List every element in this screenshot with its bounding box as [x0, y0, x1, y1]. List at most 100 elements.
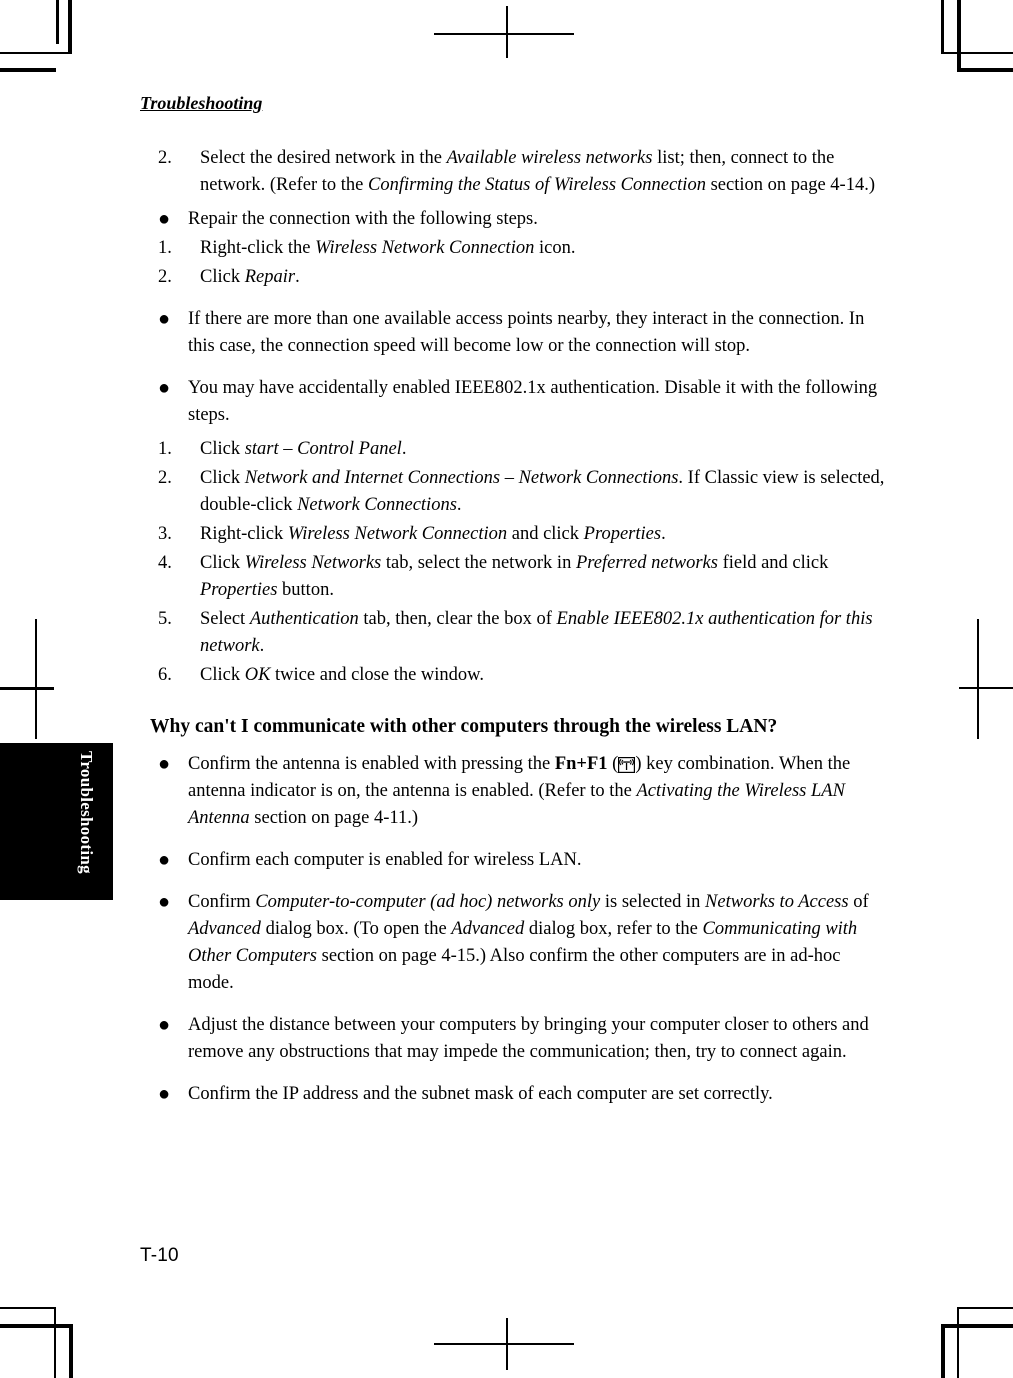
text-run-bold: Fn+F1 [554, 754, 608, 774]
text-run-italic: Network and Internet Connections – Netwo… [244, 468, 679, 488]
list-item-number: 2. [158, 267, 172, 287]
text-run-italic: Properties [200, 580, 278, 600]
text-run-italic: Confirming the Status of Wireless Connec… [367, 175, 706, 195]
text-run: twice and close the window. [270, 665, 484, 685]
text-run-italic: Repair [244, 267, 296, 287]
list-item-number: 4. [158, 553, 172, 573]
list-item-text: Right-click the Wireless Network Connect… [200, 235, 890, 262]
text-run-italic: OK [244, 665, 271, 685]
text-run: . [259, 636, 265, 656]
text-run: . [401, 439, 407, 459]
text-run: and click [507, 524, 584, 544]
list-item: 2. Click Repair. [150, 264, 890, 291]
text-run-italic: Wireless Network Connection [315, 238, 535, 258]
list-item: 3. Right-click Wireless Network Connecti… [150, 521, 890, 548]
list-item: ● You may have accidentally enabled IEEE… [150, 375, 890, 429]
list-item-text: Confirm the IP address and the subnet ma… [188, 1084, 773, 1104]
page-number-footer: T-10 [140, 1245, 179, 1266]
list-item: ● Confirm Computer-to-computer (ad hoc) … [150, 889, 890, 997]
list-item-text: Adjust the distance between your compute… [188, 1015, 869, 1062]
list-item-text: Click Wireless Networks tab, select the … [200, 550, 890, 604]
text-run: Click [200, 439, 245, 459]
bullet-icon: ● [158, 377, 171, 399]
text-run-italic: Authentication [249, 609, 359, 629]
text-run: icon. [534, 238, 576, 258]
text-run: Click [200, 665, 245, 685]
text-run: Right-click [200, 524, 288, 544]
bullet-icon: ● [158, 308, 171, 330]
text-run-italic: Preferred networks [575, 553, 718, 573]
text-run-italic: Wireless Network Connection [287, 524, 508, 544]
text-run-italic: Advanced [188, 919, 261, 939]
list-item-text: Confirm each computer is enabled for wir… [188, 850, 582, 870]
list-item-number: 2. [158, 468, 172, 488]
page-content: Troubleshooting 2. Select the desired ne… [0, 0, 1013, 1378]
list-item-number: 3. [158, 524, 172, 544]
list-item: 2. Click Network and Internet Connection… [150, 465, 890, 519]
list-item: ● If there are more than one available a… [150, 306, 890, 360]
list-item: 2. Select the desired network in the Ava… [150, 145, 890, 199]
list-item-text: Confirm Computer-to-computer (ad hoc) ne… [188, 889, 890, 997]
text-run: tab, then, clear the box of [358, 609, 557, 629]
text-run: Select [200, 609, 250, 629]
text-run: section on page 4-11.) [249, 808, 418, 828]
page-header-title: Troubleshooting [140, 93, 263, 113]
list-item-text: Click start – Control Panel. [200, 436, 890, 463]
list-item-text: Click OK twice and close the window. [200, 662, 890, 689]
text-run: Click [200, 553, 245, 573]
text-run: Click [200, 468, 245, 488]
list-item: ● Adjust the distance between your compu… [150, 1012, 890, 1066]
list-item-number: 2. [158, 148, 172, 168]
text-run: dialog box, refer to the [524, 919, 703, 939]
text-run-italic: Properties [583, 524, 662, 544]
text-run: ( [607, 754, 619, 774]
wireless-antenna-icon [618, 755, 636, 774]
list-item-text: Right-click Wireless Network Connection … [200, 521, 890, 548]
list-item-text: Select the desired network in the Availa… [200, 145, 890, 199]
list-item-text: You may have accidentally enabled IEEE80… [188, 378, 878, 425]
printed-page: Troubleshooting Troubleshooting 2. Selec… [0, 0, 1013, 1378]
bullet-icon: ● [158, 753, 171, 775]
text-run-italic: Advanced [451, 919, 525, 939]
text-run: section on page 4-14.) [705, 175, 875, 195]
list-item: ● Confirm each computer is enabled for w… [150, 847, 890, 874]
text-run: dialog box. (To open the [260, 919, 452, 939]
bullet-icon: ● [158, 849, 171, 871]
text-run: Right-click the [200, 238, 316, 258]
text-run: . [456, 495, 462, 515]
bullet-icon: ● [158, 208, 171, 230]
text-run: tab, select the network in [381, 553, 576, 573]
list-item: 6. Click OK twice and close the window. [150, 662, 890, 689]
text-run: Click [200, 267, 245, 287]
text-run: . [661, 524, 666, 544]
list-item-text: Click Network and Internet Connections –… [200, 465, 890, 519]
list-item: ● Confirm the IP address and the subnet … [150, 1081, 890, 1108]
list-item: 1. Click start – Control Panel. [150, 436, 890, 463]
list-item-number: 1. [158, 238, 172, 258]
text-run: of [848, 892, 869, 912]
text-run-italic: start – Control Panel [244, 439, 402, 459]
list-item: 4. Click Wireless Networks tab, select t… [150, 550, 890, 604]
text-run: Confirm the antenna is enabled with pres… [188, 754, 555, 774]
list-item-text: Click Repair. [200, 264, 890, 291]
text-run: Select the desired network in the [200, 148, 447, 168]
text-run-italic: Computer-to-computer (ad hoc) networks o… [255, 892, 601, 912]
list-item-number: 6. [158, 665, 172, 685]
bullet-icon: ● [158, 1083, 171, 1105]
list-item-text: Repair the connection with the following… [188, 209, 538, 229]
text-run: field and click [717, 553, 829, 573]
list-item-text: If there are more than one available acc… [188, 309, 865, 356]
text-run: Confirm [188, 892, 256, 912]
text-run: button. [277, 580, 334, 600]
list-item-number: 5. [158, 609, 172, 629]
text-run: is selected in [600, 892, 706, 912]
text-run-italic: Wireless Networks [244, 553, 382, 573]
list-item-text: Confirm the antenna is enabled with pres… [188, 751, 890, 832]
